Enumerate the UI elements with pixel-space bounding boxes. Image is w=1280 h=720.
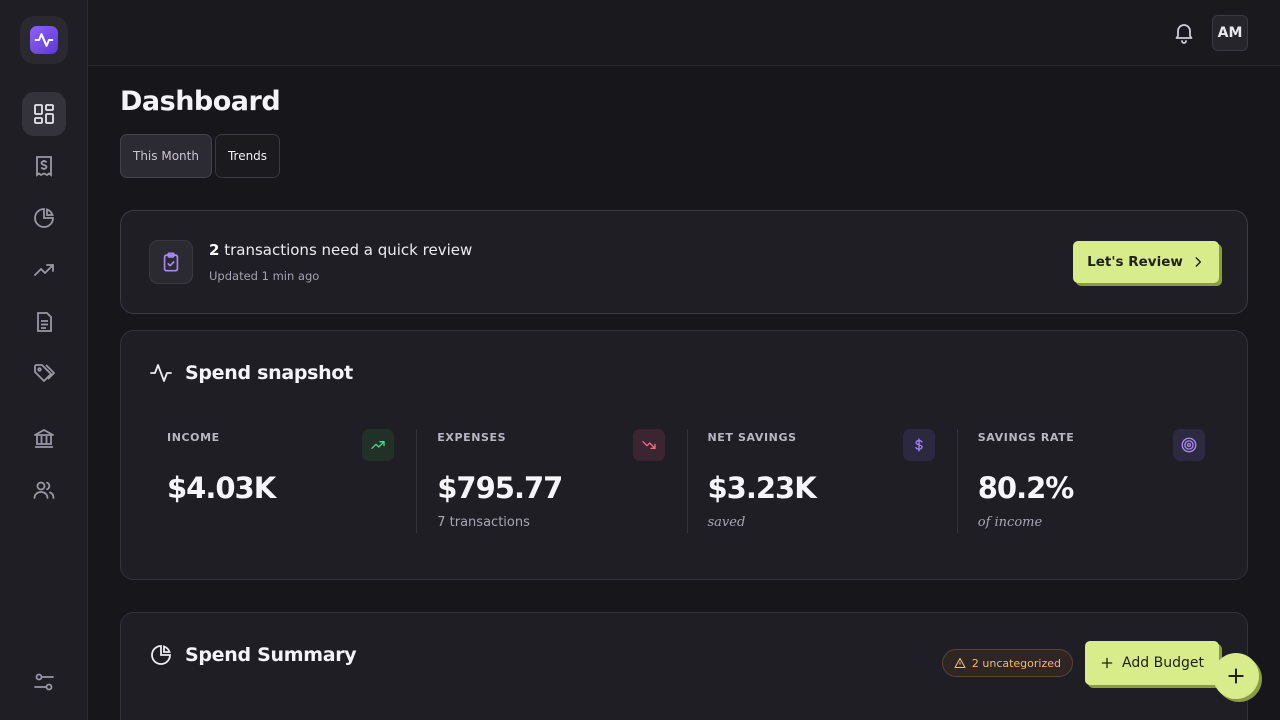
app: AM Dashboard This Month Trends 2 transac…: [0, 0, 1280, 720]
review-count: 2: [209, 241, 220, 259]
metric-label: NET SAVINGS: [707, 431, 797, 444]
sidebar-item-reports[interactable]: [22, 300, 66, 344]
review-banner: 2 transactions need a quick review Updat…: [120, 210, 1248, 314]
spend-snapshot-card: Spend snapshot INCOME $4.03K EXPENSES $7…: [120, 330, 1248, 580]
review-title: 2 transactions need a quick review: [209, 241, 472, 259]
snapshot-header: Spend snapshot: [149, 361, 353, 385]
receipt-dollar-icon: [36, 156, 52, 177]
metric-expenses: EXPENSES $795.77 7 transactions: [416, 429, 686, 533]
metric-net-savings: NET SAVINGS $3.23K saved: [686, 429, 957, 533]
badge-label: 2 uncategorized: [971, 656, 1061, 670]
metric-value: $795.77: [437, 471, 563, 505]
sidebar-item-transactions[interactable]: [22, 144, 66, 188]
uncategorized-badge[interactable]: 2 uncategorized: [941, 649, 1073, 677]
metric-label: INCOME: [167, 431, 220, 444]
target-icon: [1173, 429, 1205, 461]
snapshot-title: Spend snapshot: [185, 362, 353, 384]
add-budget-button[interactable]: Add Budget: [1085, 641, 1219, 685]
tab-trends[interactable]: Trends: [214, 134, 281, 178]
review-updated: Updated 1 min ago: [209, 269, 320, 283]
chevron-right-icon: [1195, 257, 1201, 267]
tab-this-month[interactable]: This Month: [120, 134, 212, 178]
floating-add-button[interactable]: [1213, 653, 1259, 699]
metrics-row: INCOME $4.03K EXPENSES $795.77 7 transac…: [147, 429, 1227, 533]
metric-income: INCOME $4.03K: [147, 429, 416, 533]
summary-header: Spend Summary: [149, 643, 357, 667]
add-budget-label: Add Budget: [1122, 655, 1204, 671]
sidebar-item-categories[interactable]: [22, 352, 66, 396]
plus-icon: [1101, 657, 1113, 669]
warning-icon: [954, 657, 966, 669]
metric-value: $3.23K: [707, 471, 817, 505]
sidebar-item-accounts[interactable]: [22, 416, 66, 460]
app-logo[interactable]: [20, 16, 68, 64]
metric-value: 80.2%: [977, 471, 1075, 505]
metric-label: SAVINGS RATE: [977, 431, 1075, 444]
review-title-text: transactions need a quick review: [219, 241, 473, 259]
users-icon: [33, 481, 55, 499]
summary-title: Spend Summary: [185, 644, 357, 666]
pie-chart-icon: [34, 208, 54, 228]
plus-icon: [1228, 668, 1244, 684]
pie-chart-icon: [151, 645, 171, 665]
lets-review-button[interactable]: Let's Review: [1073, 241, 1219, 283]
avatar[interactable]: AM: [1212, 15, 1248, 51]
metric-sub: 7 transactions: [437, 515, 530, 530]
bell-icon[interactable]: [1172, 20, 1196, 44]
lets-review-label: Let's Review: [1087, 254, 1183, 270]
spend-summary-card: Spend Summary 2 uncategorized Add Budget: [120, 612, 1248, 720]
metric-value: $4.03K: [167, 471, 276, 505]
trend-up-icon: [362, 429, 395, 461]
trending-up-icon: [34, 264, 54, 276]
sidebar-item-members[interactable]: [22, 468, 66, 512]
bank-icon: [34, 429, 54, 448]
metric-label: EXPENSES: [437, 431, 507, 444]
trend-down-icon: [632, 429, 665, 461]
tab-bar: This Month Trends: [120, 134, 281, 178]
pulse-icon: [30, 26, 58, 54]
metric-sub: of income: [977, 515, 1043, 530]
topbar: AM: [88, 0, 1280, 66]
clipboard-check-icon: [149, 240, 193, 284]
metric-savings-rate: SAVINGS RATE 80.2% of income: [956, 429, 1227, 533]
sidebar-item-dashboard[interactable]: [22, 92, 66, 136]
dollar-icon: [902, 429, 935, 461]
document-icon: [37, 312, 52, 332]
sliders-icon: [34, 673, 54, 691]
grid-icon: [34, 104, 54, 124]
page-title: Dashboard: [120, 86, 281, 117]
activity-icon: [150, 364, 172, 382]
sidebar: [0, 0, 88, 720]
metric-sub: saved: [707, 515, 746, 530]
tags-icon: [34, 364, 55, 382]
sidebar-item-settings[interactable]: [22, 660, 66, 704]
sidebar-item-budgets[interactable]: [22, 196, 66, 240]
sidebar-item-trends[interactable]: [22, 248, 66, 292]
